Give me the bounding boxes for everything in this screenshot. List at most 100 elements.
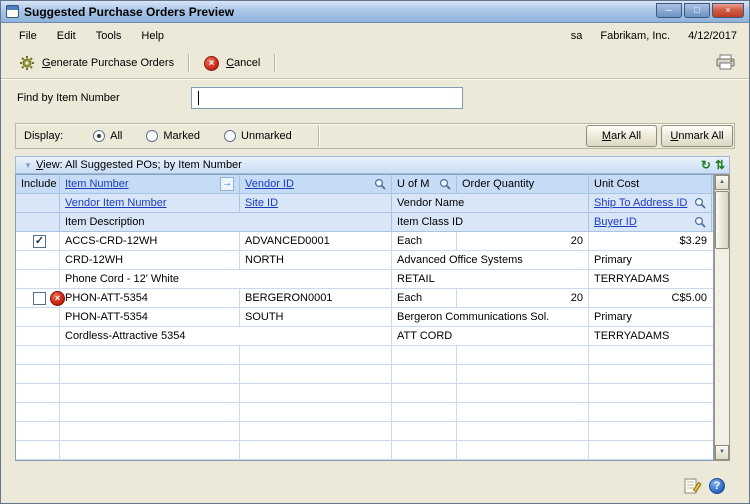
close-button[interactable]: ×: [712, 3, 744, 18]
ship-to-address-link[interactable]: Ship To Address ID: [594, 197, 687, 209]
header-row-3: Item Description Item Class ID Buyer ID: [16, 213, 713, 232]
find-by-item-input[interactable]: [191, 87, 463, 109]
radio-unmarked-circle[interactable]: [224, 130, 237, 142]
cell-item-class-id[interactable]: ATT CORD: [392, 327, 589, 345]
radio-all-label: All: [110, 130, 123, 142]
view-dropdown-icon[interactable]: ▾: [20, 160, 36, 171]
cell-vendor-name[interactable]: Bergeron Communications Sol.: [392, 308, 589, 326]
cell-buyer-id[interactable]: TERRYADAMS: [589, 270, 712, 288]
refresh-icon[interactable]: ↻: [701, 158, 711, 173]
menu-tools[interactable]: Tools: [86, 26, 132, 46]
item-number-sort-link[interactable]: Item Number: [65, 178, 129, 190]
cancel-icon: ×: [204, 55, 220, 71]
menu-help[interactable]: Help: [131, 26, 174, 46]
vendor-id-lookup-icon[interactable]: [374, 178, 386, 190]
scrollbar-thumb[interactable]: [715, 191, 729, 249]
record-2-main-row: ✓ × PHON-ATT-5354 BERGERON0001 Each 20 C…: [16, 289, 713, 308]
vendor-id-link[interactable]: Vendor ID: [245, 178, 294, 190]
mark-all-button[interactable]: Mark All: [586, 125, 657, 147]
radio-marked-circle[interactable]: [146, 130, 159, 142]
cell-order-quantity[interactable]: 20: [457, 232, 589, 250]
minimize-button[interactable]: ─: [656, 3, 682, 18]
cancel-label: Cancel: [226, 57, 261, 69]
header-row-1: Include Item Number → Vendor ID U of M O…: [16, 175, 713, 194]
generate-po-button[interactable]: Generate Purchase Orders: [13, 52, 180, 74]
cell-vendor-item-number[interactable]: PHON-ATT-5354: [60, 308, 240, 326]
cell-site-id[interactable]: SOUTH: [240, 308, 392, 326]
radio-all[interactable]: All: [93, 130, 122, 142]
cell-uofm[interactable]: Each: [392, 289, 457, 307]
window-icon: [6, 5, 19, 18]
cell-site-id[interactable]: NORTH: [240, 251, 392, 269]
menu-edit[interactable]: Edit: [47, 26, 86, 46]
notes-button[interactable]: [684, 477, 702, 495]
cell-vendor-item-number[interactable]: CRD-12WH: [60, 251, 240, 269]
system-date[interactable]: 4/12/2017: [688, 30, 737, 42]
radio-unmarked-label: Unmarked: [241, 130, 292, 142]
header-item-description: Item Description: [60, 213, 392, 231]
cell-vendor-id[interactable]: ADVANCED0001: [240, 232, 392, 250]
view-label[interactable]: View: All Suggested POs; by Item Number: [36, 159, 242, 171]
cell-item-description[interactable]: Phone Cord - 12' White: [60, 270, 392, 288]
cancel-button[interactable]: × Cancel: [198, 53, 266, 74]
cell-unit-cost[interactable]: $3.29: [589, 232, 712, 250]
cell-vendor-name[interactable]: Advanced Office Systems: [392, 251, 589, 269]
buyer-id-lookup-icon[interactable]: [694, 216, 706, 228]
cell-item-description[interactable]: Cordless-Attractive 5354: [60, 327, 392, 345]
cell-order-quantity[interactable]: 20: [457, 289, 589, 307]
radio-unmarked[interactable]: Unmarked: [224, 130, 292, 142]
scrollbar-track[interactable]: [715, 250, 729, 445]
vendor-item-number-link[interactable]: Vendor Item Number: [65, 197, 167, 209]
header-site-id: Site ID: [240, 194, 392, 212]
company-name[interactable]: Fabrikam, Inc.: [600, 30, 670, 42]
uofm-label: U of M: [397, 178, 430, 190]
cell-buyer-id[interactable]: TERRYADAMS: [589, 327, 712, 345]
cell-blank: [16, 308, 60, 326]
maximize-button[interactable]: □: [684, 3, 710, 18]
help-button[interactable]: ?: [709, 478, 725, 494]
unmark-all-button[interactable]: Unmark All: [661, 125, 733, 147]
record-2-detail-row-1: PHON-ATT-5354 SOUTH Bergeron Communicati…: [16, 308, 713, 327]
empty-row: [16, 384, 713, 403]
toolbar-separator: [274, 54, 277, 72]
empty-row: [16, 365, 713, 384]
cell-uofm[interactable]: Each: [392, 232, 457, 250]
suggested-po-grid: Include Item Number → Vendor ID U of M O…: [15, 174, 714, 461]
header-vendor-name: Vendor Name: [392, 194, 589, 212]
cell-blank: [16, 327, 60, 345]
include-checkbox[interactable]: ✓: [33, 291, 46, 305]
cell-ship-to-address[interactable]: Primary: [589, 308, 712, 326]
menu-bar: File Edit Tools Help sa Fabrikam, Inc. 4…: [1, 24, 749, 48]
uofm-lookup-icon[interactable]: [439, 178, 451, 190]
site-id-link[interactable]: Site ID: [245, 197, 278, 209]
scroll-down-button[interactable]: ▼: [715, 445, 729, 460]
radio-all-circle[interactable]: [93, 130, 106, 142]
cell-vendor-id[interactable]: BERGERON0001: [240, 289, 392, 307]
menu-file[interactable]: File: [9, 26, 47, 46]
scroll-up-button[interactable]: ▲: [715, 175, 729, 190]
radio-marked[interactable]: Marked: [146, 130, 200, 142]
empty-row: [16, 422, 713, 441]
user-id[interactable]: sa: [571, 30, 583, 42]
sort-arrow-icon[interactable]: →: [220, 177, 234, 191]
cell-unit-cost[interactable]: C$5.00: [589, 289, 712, 307]
vertical-scrollbar[interactable]: ▲ ▼: [714, 174, 730, 461]
title-bar: Suggested Purchase Orders Preview ─ □ ×: [1, 1, 749, 23]
sort-updown-icon[interactable]: ⇅: [715, 158, 725, 173]
print-button[interactable]: [714, 52, 737, 75]
cell-ship-to-address[interactable]: Primary: [589, 251, 712, 269]
ship-to-lookup-icon[interactable]: [694, 197, 706, 209]
header-include: Include: [16, 175, 60, 193]
header-vendor-id: Vendor ID: [240, 175, 392, 193]
empty-row: [16, 346, 713, 365]
text-caret: [198, 91, 199, 105]
cell-item-number[interactable]: ACCS-CRD-12WH: [60, 232, 240, 250]
cell-item-class-id[interactable]: RETAIL: [392, 270, 589, 288]
view-bar: ▾ View: All Suggested POs; by Item Numbe…: [15, 156, 730, 174]
include-checkbox[interactable]: ✓: [33, 234, 46, 248]
display-label: Display:: [24, 130, 64, 142]
buyer-id-link[interactable]: Buyer ID: [594, 216, 637, 228]
cell-blank: [16, 270, 60, 288]
cell-item-number[interactable]: PHON-ATT-5354: [60, 289, 240, 307]
header-blank: [16, 213, 60, 231]
